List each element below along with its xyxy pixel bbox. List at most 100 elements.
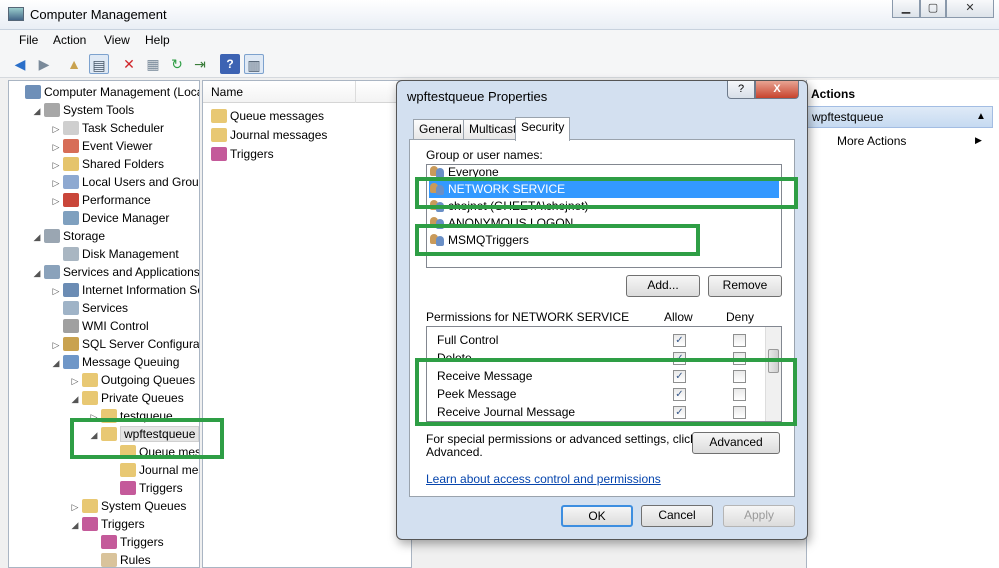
- tree-item[interactable]: ◢ Triggers: [70, 515, 145, 533]
- tree-item[interactable]: ▷ System Queues: [70, 497, 186, 515]
- tree-item[interactable]: ◢ Message Queuing: [51, 353, 179, 371]
- deny-checkbox[interactable]: [733, 352, 746, 365]
- tree-item[interactable]: ▷ Internet Information Ser: [51, 281, 199, 300]
- tab-multicast[interactable]: Multicast: [463, 119, 523, 139]
- user-list-item[interactable]: MSMQTriggers: [429, 231, 779, 249]
- collapse-arrow-icon[interactable]: ◢: [70, 516, 80, 534]
- expand-arrow-icon[interactable]: ▷: [51, 192, 61, 210]
- advanced-button[interactable]: Advanced: [692, 432, 780, 454]
- tree-item[interactable]: ◢ Services and Applications: [32, 263, 199, 282]
- menu-action[interactable]: Action: [53, 33, 86, 47]
- user-list-item[interactable]: chojnet (GHEETA\chojnet): [429, 197, 779, 215]
- allow-checkbox[interactable]: ✓: [673, 334, 686, 347]
- menu-view[interactable]: View: [104, 33, 130, 47]
- collapse-arrow-icon[interactable]: ◢: [32, 102, 42, 120]
- tree-item[interactable]: Triggers: [89, 533, 164, 551]
- tree-item[interactable]: ▷ Event Viewer: [51, 137, 152, 155]
- tree-item[interactable]: ▷ Outgoing Queues: [70, 371, 195, 389]
- name-column-header[interactable]: Name: [211, 85, 243, 99]
- properties-icon[interactable]: ▦: [143, 54, 163, 74]
- export-list-icon[interactable]: ⇥: [190, 54, 210, 74]
- close-button[interactable]: ✕: [946, 0, 994, 18]
- list-item-triggers[interactable]: Triggers: [209, 147, 274, 161]
- expand-arrow-icon[interactable]: ▷: [51, 174, 61, 192]
- tree-item[interactable]: ◢ Storage: [32, 227, 105, 245]
- expand-arrow-icon[interactable]: ▷: [51, 282, 61, 300]
- user-list-item[interactable]: NETWORK SERVICE: [429, 180, 779, 198]
- tab-security[interactable]: Security: [515, 117, 571, 141]
- tree-item[interactable]: Disk Management: [51, 245, 179, 263]
- user-list[interactable]: Everyone NETWORK SERVICE chojnet (GHEETA\c…: [426, 164, 782, 268]
- tree-item[interactable]: ◢ Private Queues: [70, 389, 184, 407]
- minimize-button[interactable]: ▁: [892, 0, 920, 18]
- expand-arrow-icon[interactable]: ▷: [51, 138, 61, 156]
- collapse-arrow-icon[interactable]: ◢: [89, 426, 99, 444]
- list-item-journal-messages[interactable]: Journal messages: [209, 128, 327, 142]
- list-item-queue-messages[interactable]: Queue messages: [209, 109, 324, 123]
- show-action-pane-icon[interactable]: ▥: [244, 54, 264, 74]
- tree-item[interactable]: ▷ testqueue: [89, 407, 173, 425]
- tree-item[interactable]: Services: [51, 299, 128, 317]
- tree-item[interactable]: ▷ Local Users and Groups: [51, 173, 199, 192]
- more-actions-item[interactable]: More Actions ▶: [837, 134, 982, 148]
- tree-item[interactable]: ▷ Performance: [51, 191, 151, 209]
- dialog-close-button[interactable]: X: [755, 81, 799, 99]
- deny-checkbox[interactable]: [733, 334, 746, 347]
- remove-button[interactable]: Remove: [708, 275, 782, 297]
- refresh-icon[interactable]: ↻: [167, 54, 187, 74]
- tab-general[interactable]: General: [413, 119, 468, 139]
- expand-arrow-icon[interactable]: ▷: [51, 156, 61, 174]
- collapse-icon[interactable]: ▲: [976, 107, 986, 127]
- allow-checkbox[interactable]: ✓: [673, 352, 686, 365]
- expand-arrow-icon[interactable]: ▷: [89, 408, 99, 426]
- back-arrow-icon[interactable]: ◀: [10, 54, 30, 74]
- tree-item[interactable]: ▷ Task Scheduler: [51, 119, 164, 137]
- forward-arrow-icon[interactable]: ▶: [34, 54, 54, 74]
- tree-item[interactable]: Triggers: [108, 479, 183, 497]
- tree-item[interactable]: Journal mess: [108, 461, 199, 479]
- apply-button[interactable]: Apply: [723, 505, 795, 527]
- maximize-button[interactable]: ▢: [920, 0, 946, 18]
- actions-section-wpftestqueue[interactable]: wpftestqueue ▲: [807, 106, 993, 128]
- dialog-help-button[interactable]: ?: [727, 81, 755, 99]
- menu-file[interactable]: File: [19, 33, 38, 47]
- tree-item[interactable]: Computer Management (Local: [13, 83, 199, 101]
- tree-item[interactable]: ◢ System Tools: [32, 101, 134, 119]
- allow-checkbox[interactable]: ✓: [673, 388, 686, 401]
- collapse-arrow-icon[interactable]: ◢: [32, 264, 42, 282]
- expand-arrow-icon[interactable]: ▷: [51, 336, 61, 354]
- deny-checkbox[interactable]: [733, 370, 746, 383]
- expand-arrow-icon[interactable]: ▷: [51, 120, 61, 138]
- cancel-button[interactable]: Cancel: [641, 505, 713, 527]
- expand-arrow-icon[interactable]: ▷: [70, 372, 80, 390]
- menu-help[interactable]: Help: [145, 33, 170, 47]
- user-list-item[interactable]: ANONYMOUS LOGON: [429, 214, 779, 232]
- tree-item[interactable]: Queue mess: [108, 443, 199, 461]
- tree-item-label: Queue mess: [139, 445, 199, 459]
- collapse-arrow-icon[interactable]: ◢: [51, 354, 61, 372]
- show-tree-icon[interactable]: ▤: [89, 54, 109, 74]
- learn-more-link[interactable]: Learn about access control and permissio…: [426, 472, 661, 486]
- up-folder-icon[interactable]: ▲: [64, 54, 84, 74]
- tree-item[interactable]: ▷ Shared Folders: [51, 155, 164, 173]
- tree-item[interactable]: WMI Control: [51, 317, 149, 335]
- tree-item[interactable]: Rules: [89, 551, 151, 567]
- help-icon[interactable]: ?: [220, 54, 240, 74]
- collapse-arrow-icon[interactable]: ◢: [70, 390, 80, 408]
- permissions-scrollbar[interactable]: [765, 327, 781, 421]
- collapse-arrow-icon[interactable]: ◢: [32, 228, 42, 246]
- allow-checkbox[interactable]: ✓: [673, 370, 686, 383]
- deny-checkbox[interactable]: [733, 406, 746, 419]
- tree-item[interactable]: ▷ SQL Server Configuratic: [51, 335, 199, 354]
- scrollbar-thumb[interactable]: [768, 349, 779, 373]
- tree-item[interactable]: Device Manager: [51, 209, 169, 227]
- delete-icon[interactable]: ✕: [119, 54, 139, 74]
- user-list-item[interactable]: Everyone: [429, 165, 779, 181]
- column-divider[interactable]: [355, 81, 356, 103]
- tree-item[interactable]: ◢ wpftestqueue: [89, 425, 199, 443]
- allow-checkbox[interactable]: ✓: [673, 406, 686, 419]
- expand-arrow-icon[interactable]: ▷: [70, 498, 80, 516]
- ok-button[interactable]: OK: [561, 505, 633, 527]
- add-button[interactable]: Add...: [626, 275, 700, 297]
- deny-checkbox[interactable]: [733, 388, 746, 401]
